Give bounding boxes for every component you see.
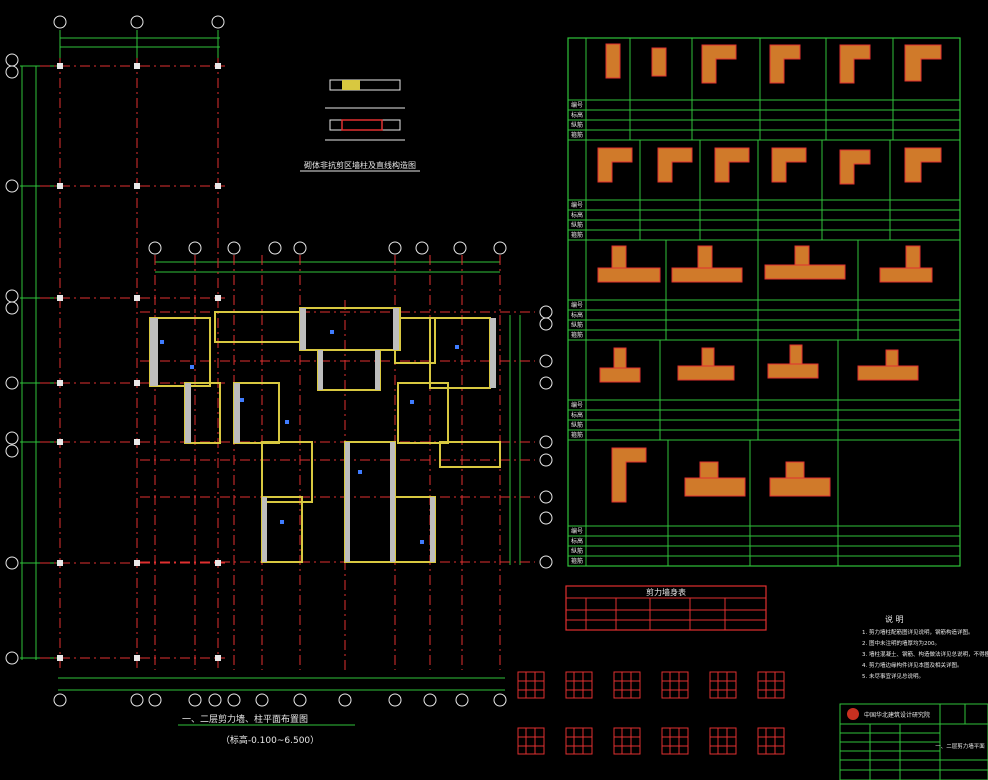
svg-text:标高: 标高 — [571, 111, 583, 119]
plan-title: 一、二层剪力墙、柱平面布置图 — [182, 713, 308, 725]
plan-subtitle: （标高-0.100~6.500） — [221, 734, 319, 746]
svg-text:编号: 编号 — [571, 301, 583, 309]
wall-table-title: 剪力墙身表 — [646, 587, 686, 597]
svg-text:箍筋: 箍筋 — [571, 557, 583, 565]
svg-text:标高: 标高 — [571, 411, 583, 419]
svg-text:编号: 编号 — [571, 201, 583, 209]
svg-text:箍筋: 箍筋 — [571, 331, 583, 339]
svg-text:纵筋: 纵筋 — [571, 121, 583, 129]
detail-title: 砌体非抗剪区墙柱及直线构造图 — [304, 160, 416, 170]
svg-text:纵筋: 纵筋 — [571, 547, 583, 555]
svg-text:纵筋: 纵筋 — [571, 221, 583, 229]
note-2: 2. 图中未注明的墙厚均为200。 — [862, 639, 940, 647]
svg-text:标高: 标高 — [571, 211, 583, 219]
svg-text:纵筋: 纵筋 — [571, 321, 583, 329]
svg-text:标高: 标高 — [571, 537, 583, 545]
svg-text:纵筋: 纵筋 — [571, 421, 583, 429]
svg-text:箍筋: 箍筋 — [571, 431, 583, 439]
cad-drawing-canvas: 一、二层剪力墙、柱平面布置图 （标高-0.100~6.500） 砌体非抗剪区墙柱… — [0, 0, 988, 780]
notes-title: 说 明 — [885, 614, 904, 624]
logo-icon — [847, 708, 859, 720]
note-4: 4. 剪力墙边缘构件详见本图及相关详图。 — [862, 661, 963, 669]
note-5: 5. 未尽事宜详见总说明。 — [862, 672, 924, 680]
svg-text:箍筋: 箍筋 — [571, 131, 583, 139]
svg-text:箍筋: 箍筋 — [571, 231, 583, 239]
svg-text:标高: 标高 — [571, 311, 583, 319]
svg-text:编号: 编号 — [571, 527, 583, 535]
note-3: 3. 墙柱混凝土、钢筋、构造做法详见总说明，不得擅改。 — [862, 650, 988, 658]
svg-text:编号: 编号 — [571, 101, 583, 109]
note-1: 1. 剪力墙柱配筋图详见说明，钢筋构造详图。 — [862, 628, 974, 636]
svg-text:编号: 编号 — [571, 401, 583, 409]
title-block-sheet: 一、二层剪力墙平面 — [935, 742, 985, 750]
title-block-company: 中国华北建筑设计研究院 — [864, 711, 930, 719]
